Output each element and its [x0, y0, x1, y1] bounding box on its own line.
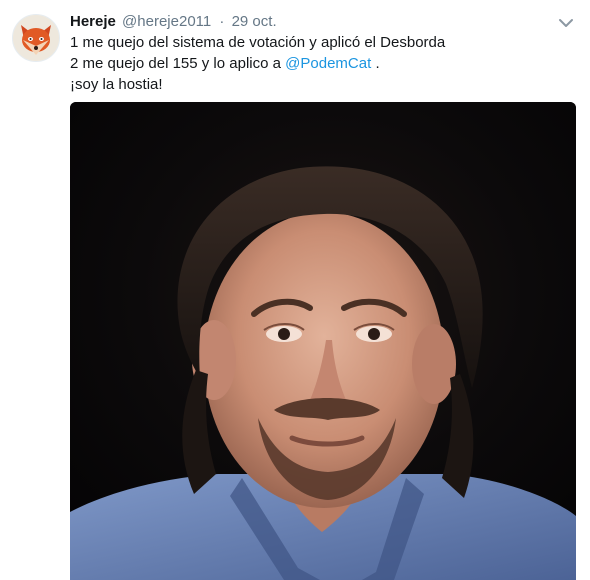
tweet-header: Hereje @hereje2011 · 29 oct.	[70, 12, 277, 32]
tweet-text-line-2-prefix: 2 me quejo del 155 y lo aplico a	[70, 55, 281, 72]
user-avatar[interactable]	[12, 14, 60, 62]
chevron-down-icon	[559, 19, 573, 27]
portrait-photo	[70, 102, 576, 580]
tweet-text-line-2: 2 me quejo del 155 y lo aplico a @PodemC…	[70, 53, 570, 74]
fox-avatar-icon	[13, 15, 59, 61]
tweet-media-photo[interactable]	[70, 102, 576, 580]
timestamp[interactable]: 29 oct.	[232, 13, 277, 30]
username[interactable]: @hereje2011	[122, 13, 211, 30]
tweet-card[interactable]: Hereje @hereje2011 · 29 oct. 1 me quejo …	[0, 0, 590, 580]
tweet-text-line-2-suffix: .	[375, 55, 380, 72]
header-separator: ·	[219, 13, 225, 30]
mention-link[interactable]: @PodemCat	[285, 55, 371, 72]
tweet-text-line-3: ¡soy la hostia!	[70, 76, 163, 93]
tweet-text-line-1: 1 me quejo del sistema de votación y apl…	[70, 34, 446, 51]
tweet-text: 1 me quejo del sistema de votación y apl…	[70, 32, 570, 95]
tweet-menu-button[interactable]	[556, 14, 576, 32]
display-name[interactable]: Hereje	[70, 13, 116, 30]
